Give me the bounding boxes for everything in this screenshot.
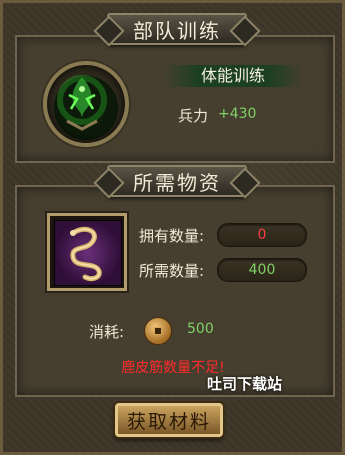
copper-coin-icon — [144, 317, 172, 345]
troop-label: 兵力 — [178, 107, 209, 125]
required-quantity-value: 400 — [217, 258, 307, 282]
training-title: 部队训练 — [107, 13, 247, 45]
get-materials-button[interactable]: 获取材料 — [115, 403, 223, 437]
required-quantity-label: 所需数量: — [139, 262, 205, 280]
cost-label: 消耗: — [89, 323, 125, 341]
training-emblem-icon — [43, 61, 129, 147]
cost-value: 500 — [187, 321, 214, 337]
owned-quantity-value: 0 — [217, 223, 307, 247]
deer-tendon-item-icon[interactable] — [47, 213, 127, 291]
training-panel: 部队训练 体能训练 兵力 +430 所需物资 拥有数量: 0 所需数量: 400… — [0, 0, 345, 455]
owned-quantity-label: 拥有数量: — [139, 227, 205, 245]
skill-name: 体能训练 — [163, 65, 303, 87]
troop-value: +430 — [218, 106, 257, 122]
materials-title: 所需物资 — [107, 165, 247, 197]
watermark: 吐司下载站 — [207, 375, 283, 393]
item-icon-background — [54, 220, 122, 286]
